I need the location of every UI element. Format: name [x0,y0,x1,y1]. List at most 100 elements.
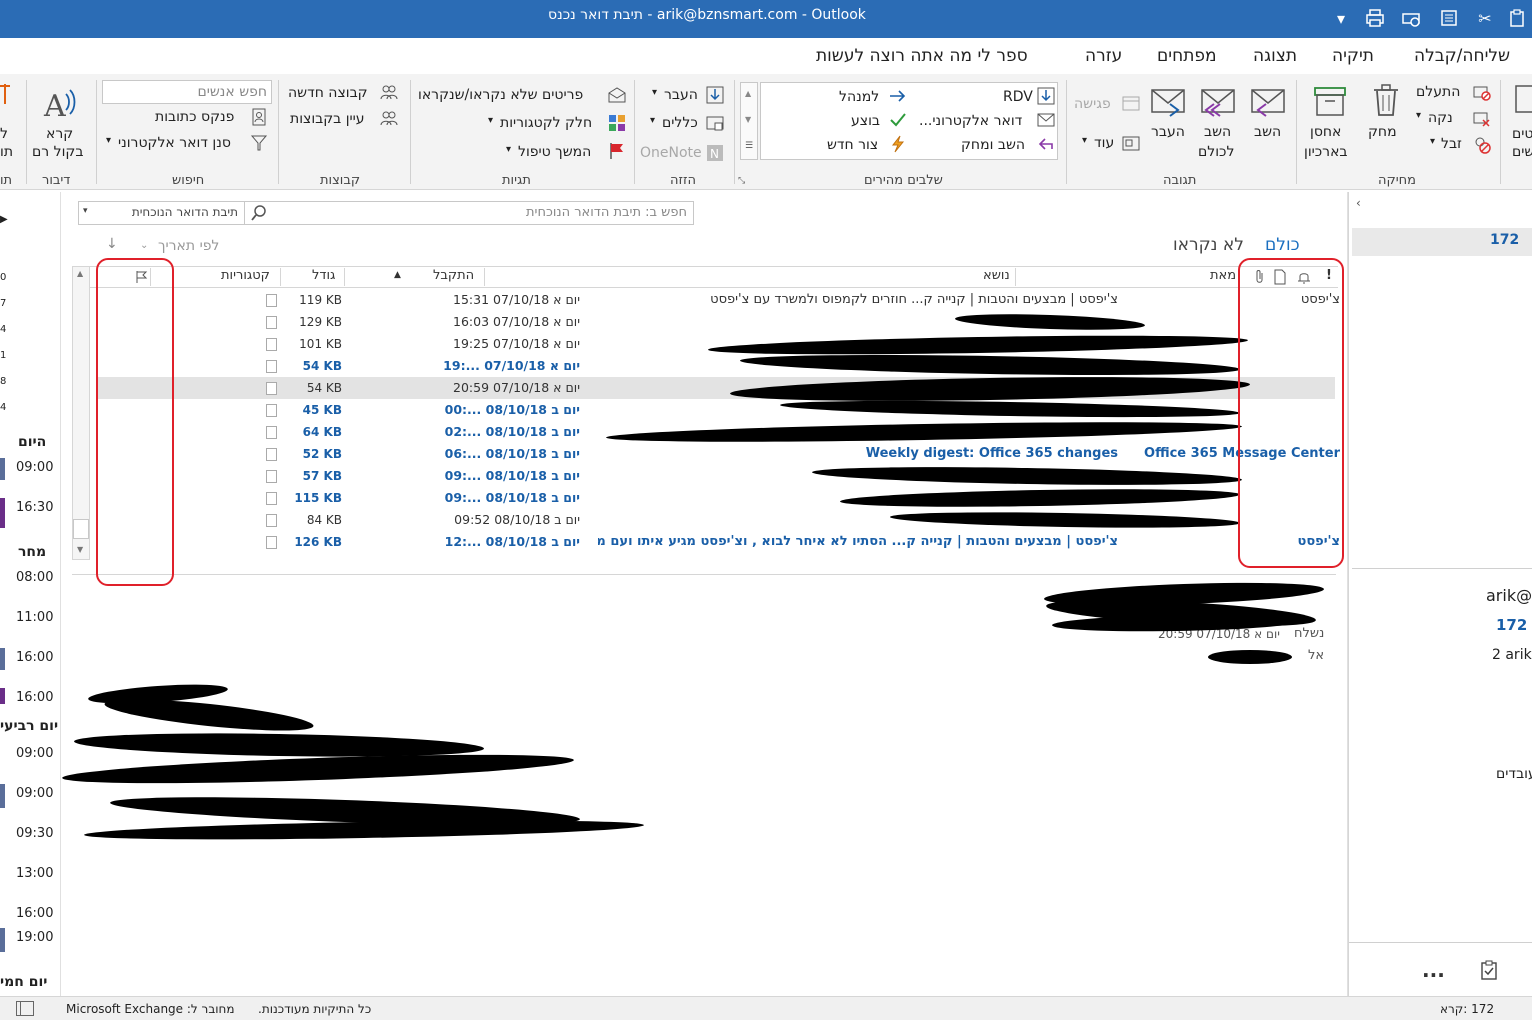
sort-by-date[interactable]: לפי תאריך [158,238,219,254]
create-new-icon[interactable] [889,135,907,153]
quick-steps-scroll[interactable]: ▲ ▼ ☰ [740,82,758,160]
appointment-time[interactable]: 13:00 [16,866,53,881]
minical-number[interactable]: 8 [0,376,6,387]
cut-off-left-label-2[interactable]: תו [0,144,13,160]
list-view-icon[interactable] [1438,8,1460,30]
tab-view[interactable]: תצוגה [1253,46,1297,66]
archive-icon[interactable] [1312,82,1348,118]
read-aloud-label-2[interactable]: בקול רם [32,144,83,160]
move-dropdown-icon[interactable]: ▾ [652,87,657,98]
category-checkbox[interactable] [266,492,277,505]
category-checkbox[interactable] [266,470,277,483]
quick-step-done[interactable]: בוצע [851,113,880,129]
minical-number[interactable]: 7 [0,298,6,309]
appointment-bar[interactable] [0,928,5,952]
filter-email-icon[interactable] [250,134,268,152]
appointment-time[interactable]: 09:30 [16,826,53,841]
received-column-header[interactable]: התקבל [433,268,474,283]
categorize-icon[interactable] [608,114,626,132]
todo-folder-row[interactable]: 172 [1352,228,1532,256]
clipboard-icon[interactable] [1506,8,1528,30]
ignore-button[interactable]: התעלם [1416,84,1460,100]
category-checkbox[interactable] [266,426,277,439]
category-checkbox[interactable] [266,316,277,329]
quick-step-create-new[interactable]: צור חדש [827,137,878,153]
appointment-time[interactable]: 16:30 [16,500,53,515]
quick-step-to-manager[interactable]: למנהל [839,89,879,105]
quick-step-rdv[interactable]: RDV [1003,89,1033,105]
cut-off-label-1[interactable]: טים [1512,126,1532,142]
ignore-icon[interactable] [1473,84,1491,102]
address-book-icon[interactable] [250,108,268,126]
cleanup-dropdown-icon[interactable]: ▾ [1416,110,1421,121]
print-icon[interactable] [1364,8,1386,30]
rules-button[interactable]: כללים [662,115,698,131]
move-icon[interactable] [706,86,724,104]
category-checkbox[interactable] [266,536,277,549]
rules-icon[interactable] [706,114,724,132]
minical-number[interactable]: 1 [0,350,6,361]
delete-icon[interactable] [1368,82,1404,118]
appointment-bar[interactable] [0,498,5,528]
appointment-time[interactable]: 08:00 [16,570,53,585]
follow-up-flag-icon[interactable] [608,142,626,160]
cleanup-button[interactable]: נקה [1428,110,1453,126]
tab-help[interactable]: עזרה [1085,46,1122,66]
category-checkbox[interactable] [266,404,277,417]
calendar-arrow-icon[interactable]: ▶ [0,214,8,225]
browse-groups-icon[interactable] [380,110,398,128]
appointment-time[interactable]: 16:00 [16,906,53,921]
address-book-button[interactable]: פנקס כתובות [155,109,234,125]
cut-off-label-2[interactable]: שים [1512,144,1532,160]
archive-label-2[interactable]: בארכיון [1304,144,1348,160]
reply-all-label-2[interactable]: לכולם [1198,144,1234,160]
cut-off-left-label-1[interactable]: ל [0,126,8,142]
cleanup-icon[interactable] [1473,110,1491,128]
appointment-bar[interactable] [0,784,5,808]
from-column-header[interactable]: מאת [1210,268,1236,283]
quick-print-icon[interactable] [1400,8,1422,30]
quick-step-reply-delete[interactable]: השב ומחק [961,137,1025,153]
minical-number[interactable]: 4 [0,402,6,413]
more-options-button[interactable]: ... [1422,958,1445,982]
table-row[interactable]: יום א 07/10/18 16:03 129 KB [98,311,1335,333]
category-checkbox[interactable] [266,514,277,527]
quick-step-email[interactable]: דואר אלקטרוני... [919,113,1022,129]
appointment-time[interactable]: 09:00 [16,746,53,761]
unread-read-button[interactable]: פריטים שלא נקראו/שנקראו [418,87,583,103]
search-scope-dropdown[interactable]: תיבת הדואר הנוכחית ▾ [79,202,245,224]
tell-me-box[interactable]: ספר לי מה אתה רוצה לעשות [816,46,1028,66]
follow-up-button[interactable]: המשך טיפול [518,144,591,160]
rules-dropdown-icon[interactable]: ▾ [650,115,655,126]
tab-developer[interactable]: מפתחים [1157,46,1217,66]
minical-number[interactable]: 0 [0,272,6,283]
minical-number[interactable]: 4 [0,324,6,335]
category-checkbox[interactable] [266,338,277,351]
search-people-input[interactable]: חפש אנשים [102,80,272,104]
normal-view-icon[interactable] [16,1001,34,1016]
appointment-bar[interactable] [0,648,5,670]
appointment-time[interactable]: 19:00 [16,930,53,945]
cut-off-icon[interactable] [1512,82,1532,118]
browse-groups-button[interactable]: עיין בקבוצות [290,111,365,127]
to-manager-icon[interactable] [889,87,907,105]
sort-chevron-down-icon[interactable]: ⌄ [140,240,148,251]
tab-folder[interactable]: תיקיה [1332,46,1374,66]
read-aloud-label-1[interactable]: קרא [46,126,73,142]
cut-icon[interactable]: ✂ [1474,8,1496,30]
scroll-down-icon[interactable]: ▼ [77,545,83,554]
unread-read-icon[interactable] [608,86,626,104]
appointment-bar[interactable] [0,458,5,480]
table-row[interactable]: צ'יפסט צ'יפסט | מבצעים והטבות | קנייה ק..… [98,289,1340,311]
category-checkbox[interactable] [266,360,277,373]
todo-account[interactable]: arik@ [1486,586,1532,605]
archive-label-1[interactable]: אחסן [1310,124,1341,140]
rdv-icon[interactable] [1037,87,1055,105]
subject-column-header[interactable]: נושא [983,268,1010,283]
reply-all-icon[interactable] [1200,86,1236,122]
size-column-header[interactable]: גודל [312,268,335,283]
category-checkbox[interactable] [266,382,277,395]
reply-button[interactable]: השב [1254,124,1281,140]
categorize-button[interactable]: חלק לקטגוריות [500,115,592,131]
forward-button[interactable]: העבר [1151,124,1185,140]
